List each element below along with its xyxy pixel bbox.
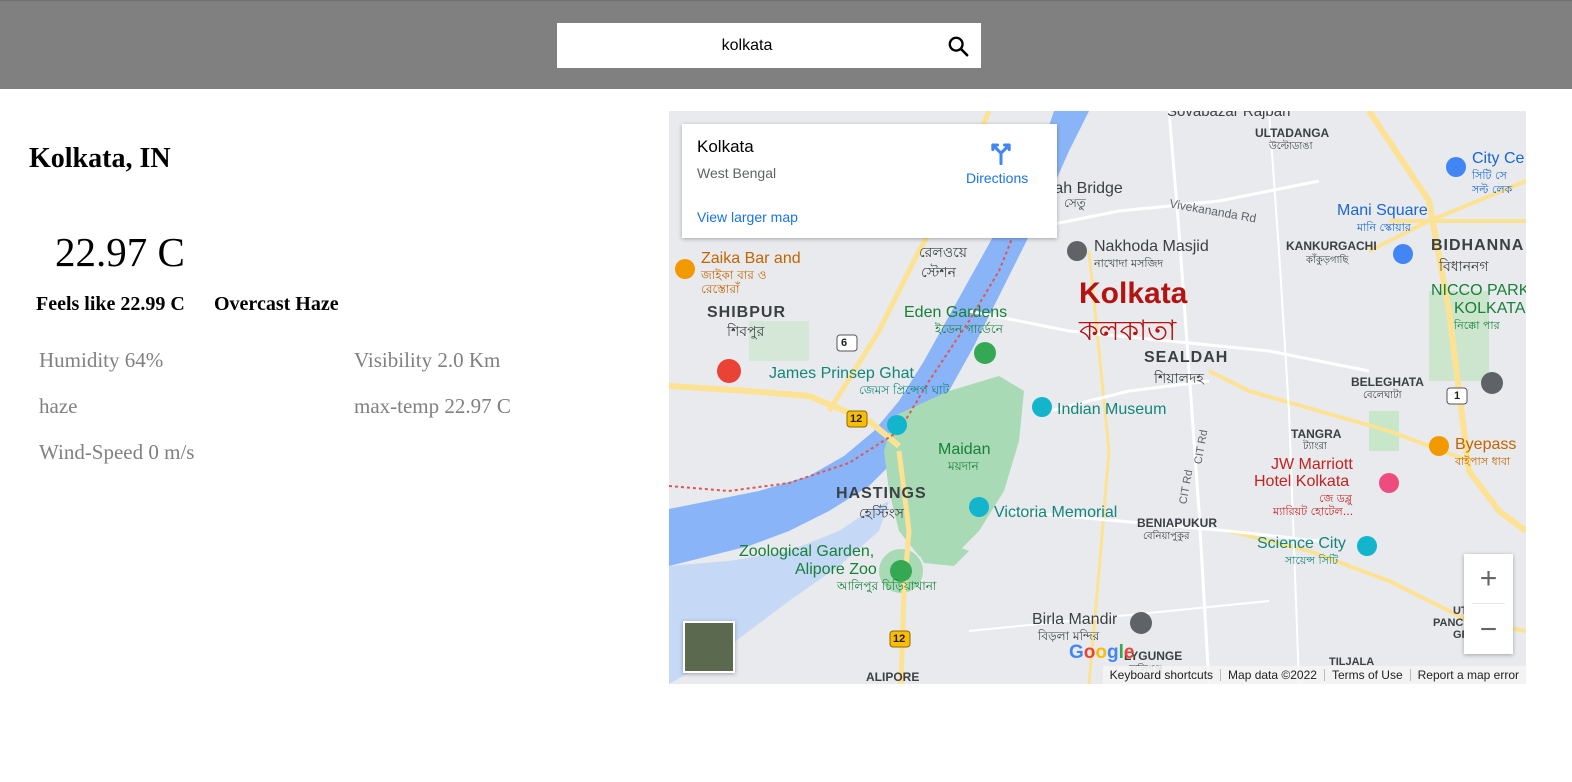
search-icon[interactable] [947, 35, 969, 57]
map-label-nicco-park: NICCO PARK [1431, 282, 1526, 299]
map-label-science-city: Science City [1257, 535, 1346, 552]
map-label-beleghata-bn: বেলেঘাটা [1363, 390, 1402, 401]
map-label-beniapukur: BENIAPUKUR [1137, 516, 1218, 530]
map-label-prinsep-ghat-bn: জেমস প্রিন্সেপ ঘাট [859, 383, 950, 397]
header-bar [0, 0, 1572, 89]
map-label-byepass-bn: বাইপাস ধাবা [1455, 455, 1511, 468]
map-label-zoo: Zoological Garden, [739, 543, 875, 560]
place-name: Kolkata [697, 137, 754, 156]
google-logo: Google [1069, 642, 1135, 663]
map-label-indian-museum: Indian Museum [1057, 401, 1167, 418]
zoom-control: + − [1464, 554, 1513, 654]
map-label-ultadanga: ULTADANGA [1255, 126, 1330, 140]
map-label-salt-lake-bn: সল্ট লেক [1472, 183, 1513, 196]
city-search-input[interactable] [557, 23, 937, 68]
map-label-mani-square: Mani Square [1337, 202, 1428, 219]
map-label-nicco-park-2: KOLKATA [1454, 300, 1526, 317]
map-label-city-centre: City Ce [1472, 150, 1525, 167]
map-label-beniapukur-bn: বেনিয়াপুকুর [1143, 531, 1190, 542]
keyboard-shortcuts-link[interactable]: Keyboard shortcuts [1103, 668, 1220, 682]
temperature: 22.97 C [55, 229, 185, 275]
map-label-bidhannagar: BIDHANNA [1431, 237, 1525, 254]
zoom-divider [1472, 603, 1505, 604]
weather-condition: Overcast Haze [214, 293, 339, 315]
map-label-zaika-bn-2: রেস্তোরাঁ [701, 282, 740, 296]
weather-description: haze [39, 394, 78, 418]
map-label-byepass: Byepass [1455, 436, 1517, 453]
map-label-birla-mandir: Birla Mandir [1032, 611, 1118, 628]
map-label-hastings: HASTINGS [836, 485, 927, 502]
map-label-science-city-bn: সায়েন্স সিটি [1285, 554, 1339, 567]
map-label-eden-gardens-bn: ইডেন গার্ডেনে [935, 322, 1003, 336]
zoom-in-button[interactable]: + [1464, 554, 1513, 603]
visibility: Visibility 2.0 Km [354, 348, 501, 372]
map-label-sealdah-bn: শিয়ালদহ [1154, 371, 1204, 387]
map-label-setu-bn: সেতু [1064, 196, 1086, 210]
map-label-jw-marriott: JW Marriott [1271, 456, 1353, 473]
satellite-toggle-thumbnail[interactable] [683, 621, 735, 673]
report-map-error-link[interactable]: Report a map error [1411, 668, 1526, 682]
map-label-beleghata: BELEGHATA [1351, 375, 1424, 389]
view-larger-map-link[interactable]: View larger map [697, 209, 798, 225]
map-data-attribution: Map data ©2022 [1228, 668, 1317, 682]
map-label-zaika: Zaika Bar and [701, 250, 801, 267]
map-label-zoo-bn: আলিপুর চিড়িয়াখানা [837, 579, 937, 593]
feels-like: Feels like 22.99 C [36, 293, 185, 315]
map-label-hastings-bn: হেস্টিংস [859, 506, 905, 522]
map-label-bidhannagar-bn: বিধাননগ [1439, 259, 1489, 275]
map-label-jw-marriott-2: Hotel Kolkata [1254, 473, 1350, 490]
max-temperature: max-temp 22.97 C [354, 394, 511, 418]
map-label-maidan-bn: ময়দান [948, 459, 979, 473]
map-label-eden-gardens: Eden Gardens [904, 304, 1008, 321]
directions-label: Directions [966, 170, 1029, 186]
route-shield-1: 1 [1454, 390, 1461, 402]
wind-speed: Wind-Speed 0 m/s [39, 440, 195, 464]
directions-icon [991, 143, 1011, 166]
map-label-kolkata: Kolkata [1079, 277, 1188, 310]
map-label-victoria-memorial: Victoria Memorial [994, 504, 1118, 521]
map-label-shibpur-bn: শিবপুর [727, 324, 765, 340]
map-embed[interactable]: Kolkata কলকাতা SEALDAH শিয়ালদহ SHIBPUR … [669, 111, 1526, 684]
map-label-sovabazar: Sovabazar Rajbari [1167, 111, 1291, 120]
terms-of-use-link[interactable]: Terms of Use [1325, 668, 1410, 682]
map-label-nicco-park-bn: নিক্কো পার [1454, 319, 1500, 332]
place-region: West Bengal [697, 165, 777, 181]
map-label-nakhoda-masjid: Nakhoda Masjid [1094, 238, 1209, 255]
route-shield-12b: 12 [893, 633, 906, 645]
map-footer: Keyboard shortcuts Map data ©2022 Terms … [1102, 666, 1526, 684]
map-label-mani-square-bn: মানি স্কোয়ার [1357, 221, 1411, 234]
zoom-out-button[interactable]: − [1464, 605, 1513, 654]
map-label-ultadanga-bn: উল্টোডাঙা [1269, 141, 1313, 152]
humidity: Humidity 64% [39, 348, 164, 372]
map-label-maidan: Maidan [938, 441, 991, 458]
city-name: Kolkata, IN [29, 143, 171, 174]
map-label-tangra-bn: ট্যাংরা [1303, 441, 1327, 452]
map-label-zoo-2: Alipore Zoo [795, 561, 877, 578]
map-label-kankurgachi-bn: কাঁকুড়গাছি [1306, 255, 1349, 266]
map-label-sealdah: SEALDAH [1144, 349, 1229, 366]
map-label-prinsep-ghat: James Prinsep Ghat [769, 365, 914, 382]
map-label-nakhoda-masjid-bn: নাখোদা মসজিদ [1094, 257, 1164, 270]
map-label-jw-marriott-bn-2: ম্যারিয়ট হোটেল... [1273, 505, 1354, 518]
route-shield-12a: 12 [850, 413, 863, 425]
route-shield-6: 6 [841, 337, 848, 349]
map-label-kankurgachi: KANKURGACHI [1286, 239, 1377, 253]
search-box[interactable] [557, 23, 981, 68]
map-label-alipore: ALIPORE [866, 670, 920, 684]
map-label-station-bn-3: স্টেশন [921, 265, 957, 281]
map-info-card: Kolkata West Bengal View larger map Dire… [682, 124, 1057, 238]
directions-button[interactable]: Directions [962, 136, 1040, 188]
